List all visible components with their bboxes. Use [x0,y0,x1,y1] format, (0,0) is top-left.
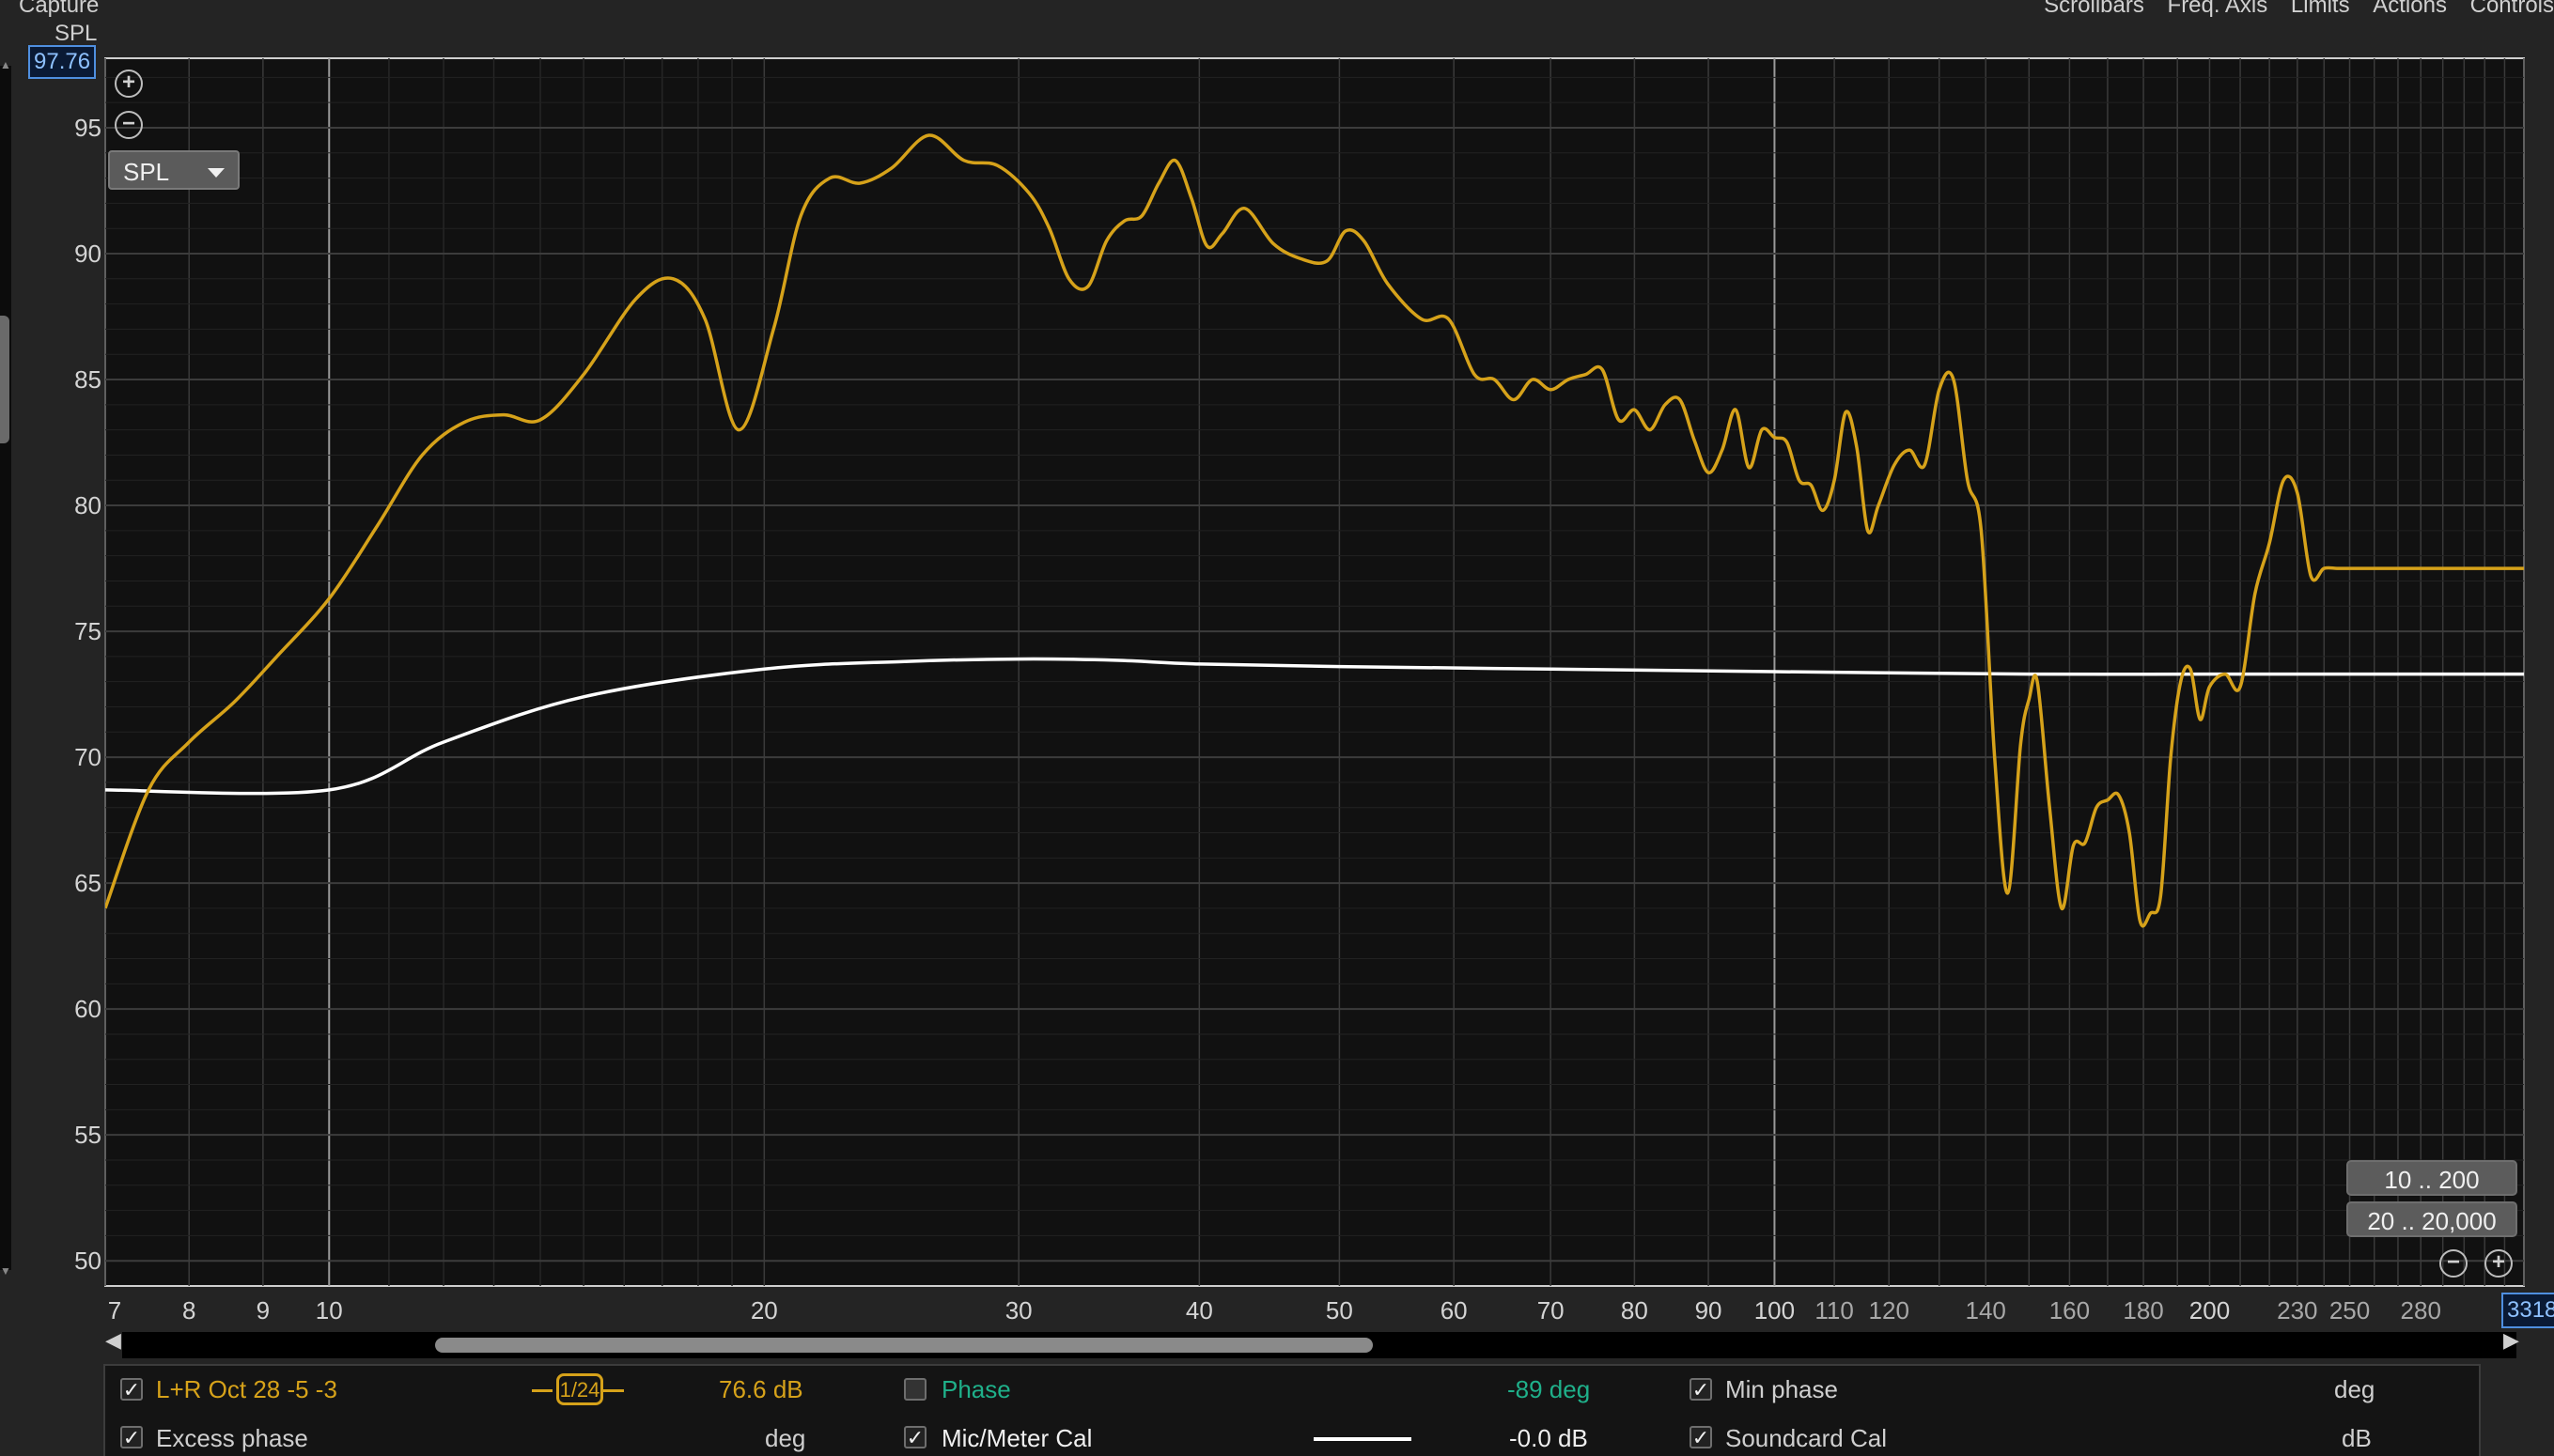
x-tick-label: 230 [2277,1296,2318,1324]
zoom-out-y-icon[interactable]: − [115,111,143,139]
x-tick-label: 9 [256,1296,271,1324]
range-20-20000-button[interactable]: 20 .. 20,000 [2346,1201,2517,1237]
trace-legend-panel [103,1364,2481,1456]
x-tick-label: 120 [1868,1296,1909,1324]
phase-label[interactable]: Phase [942,1375,1011,1404]
smoothing-line-right [603,1389,624,1392]
x-tick-label: 160 [2048,1296,2091,1324]
y-tick-label: 65 [74,869,101,898]
x-tick-label: 100 [1753,1296,1796,1324]
y-tick-label: 85 [74,365,101,395]
spl-dropdown-value: SPL [123,158,170,186]
scroll-left-icon[interactable]: ◀ [105,1328,121,1353]
x-tick-label: 280 [2400,1296,2441,1324]
y-tick-label: 60 [74,995,101,1024]
trace-name[interactable]: L+R Oct 28 -5 -3 [156,1375,337,1404]
x-tick-label: 80 [1620,1296,1648,1324]
plot-area[interactable] [104,57,2525,1287]
x-max-readout[interactable]: 3318 [2501,1293,2554,1328]
zoom-in-x-icon[interactable]: + [2484,1249,2513,1278]
x-tick-label: 8 [181,1296,196,1324]
x-tick-label: 60 [1440,1296,1468,1324]
x-tick-label: 250 [2328,1296,2371,1324]
y-axis-title: SPL [55,21,98,46]
x-tick-label: 200 [2188,1296,2231,1324]
y-max-readout[interactable]: 97.76 [28,45,97,79]
x-tick-label: 50 [1325,1296,1353,1324]
phase-checkbox[interactable]: ✓ [904,1378,927,1401]
soundcard-cal-checkbox[interactable]: ✓ [1690,1426,1712,1448]
smoothing-badge[interactable]: 1/24 [556,1373,603,1405]
trace-visible-checkbox[interactable]: ✓ [120,1378,143,1401]
x-tick-label: 180 [2123,1296,2164,1324]
zoom-in-y-icon[interactable]: + [115,70,143,98]
trace-value: 76.6 dB [719,1375,803,1403]
x-tick-label: 140 [1965,1296,2006,1324]
scroll-right-icon[interactable]: ▶ [2503,1328,2519,1353]
x-tick-label: 40 [1185,1296,1213,1324]
zoom-out-x-icon[interactable]: − [2439,1249,2468,1278]
phase-value: -89 deg [1507,1375,1591,1403]
mic-cal-value: -0.0 dB [1509,1424,1588,1452]
horizontal-scrollbar-thumb[interactable] [435,1338,1373,1353]
chevron-down-icon [208,168,225,178]
x-tick-label: 70 [1536,1296,1565,1324]
x-tick-label: 30 [1004,1296,1033,1324]
mic-cal-line-swatch [1314,1437,1411,1441]
mic-cal-label[interactable]: Mic/Meter Cal [942,1424,1092,1453]
x-tick-label: 20 [750,1296,778,1324]
y-tick-label: 75 [74,617,101,646]
spl-dropdown[interactable]: SPL [108,150,240,190]
excess-phase-unit: deg [765,1424,806,1452]
min-phase-unit: deg [2334,1375,2375,1403]
mic-cal-checkbox[interactable]: ✓ [904,1426,927,1448]
min-phase-checkbox[interactable]: ✓ [1690,1378,1712,1401]
min-phase-label[interactable]: Min phase [1725,1375,1838,1404]
excess-phase-label[interactable]: Excess phase [156,1424,308,1453]
y-tick-label: 55 [74,1121,101,1150]
spl-graph[interactable] [0,0,2554,1334]
smoothing-line-left [532,1389,553,1392]
y-tick-label: 95 [74,113,101,142]
x-tick-label: 110 [1814,1296,1854,1324]
soundcard-cal-unit: dB [2342,1424,2372,1452]
range-10-200-button[interactable]: 10 .. 200 [2346,1160,2517,1196]
soundcard-cal-label[interactable]: Soundcard Cal [1725,1424,1887,1453]
x-tick-label: 90 [1694,1296,1722,1324]
y-tick-label: 90 [74,240,101,268]
x-tick-label: 10 [315,1296,343,1324]
y-tick-label: 70 [74,743,101,772]
y-tick-label: 50 [74,1247,101,1276]
y-tick-label: 80 [74,491,101,520]
excess-phase-checkbox[interactable]: ✓ [120,1426,143,1448]
x-tick-label: 7 [107,1296,122,1324]
